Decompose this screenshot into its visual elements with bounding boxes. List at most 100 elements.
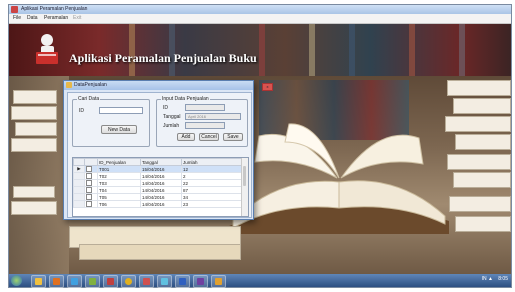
table-row[interactable]: ▶ T001 15/04/2016 12: [73, 165, 247, 173]
cell-tanggal[interactable]: 14/04/2016: [140, 179, 182, 187]
row-checkbox[interactable]: [84, 186, 98, 194]
checkbox-icon: [86, 194, 92, 200]
checkbox-icon: [86, 187, 92, 193]
form-icon: [66, 82, 72, 88]
dialog-close-button[interactable]: x: [262, 83, 273, 91]
taskbar-app11[interactable]: [211, 275, 226, 288]
input-id-field[interactable]: [185, 104, 225, 111]
table-row[interactable]: T06 14/04/2016 23: [73, 200, 247, 208]
table-header-row: ID_Penjualan Tanggal Jumlah: [73, 158, 247, 166]
row-header: [73, 186, 85, 194]
cell-id[interactable]: T05: [97, 193, 141, 201]
jumlah-label: Jumlah: [163, 123, 180, 129]
row-header: [73, 172, 85, 180]
cell-tanggal[interactable]: 14/04/2016: [140, 193, 182, 201]
cell-id[interactable]: T06: [97, 200, 141, 208]
taskbar-chrome[interactable]: [121, 275, 136, 288]
cell-tanggal[interactable]: 14/04/2016: [140, 186, 182, 194]
id-penjualan-column-header[interactable]: ID_Penjualan: [97, 158, 141, 166]
row-checkbox[interactable]: [84, 200, 98, 208]
row-checkbox[interactable]: [84, 172, 98, 180]
taskbar-explorer[interactable]: [31, 275, 46, 288]
taskbar-visual-studio[interactable]: [193, 275, 208, 288]
row-checkbox[interactable]: [84, 165, 98, 173]
window-titlebar[interactable]: Aplikasi Peramalan Penjualan –□x: [9, 5, 511, 14]
taskbar-app3[interactable]: [67, 275, 82, 288]
app-icon: [89, 278, 96, 285]
table-row[interactable]: T02 14/04/2016 2: [73, 172, 247, 180]
menu-exit[interactable]: Exit: [73, 15, 81, 21]
input-data-legend: Input Data Penjualan: [161, 96, 210, 102]
taskbar-media[interactable]: [49, 275, 64, 288]
banner: Aplikasi Peramalan Penjualan Buku: [9, 24, 511, 76]
row-checkbox[interactable]: [84, 193, 98, 201]
taskbar-app7[interactable]: [139, 275, 154, 288]
current-row-pointer-icon: ▶: [73, 165, 85, 173]
dialog-titlebar[interactable]: DataPenjualan –□x: [64, 81, 273, 91]
cell-id[interactable]: T02: [97, 172, 141, 180]
table-row[interactable]: T04 14/04/2016 87: [73, 186, 247, 194]
data-grid: ID_Penjualan Tanggal Jumlah ▶ T001 15/04…: [73, 158, 247, 208]
cell-jumlah[interactable]: 87: [181, 186, 247, 194]
data-penjualan-dialog: DataPenjualan –□x Cari Data ID New Data …: [63, 80, 273, 220]
row-header: [73, 200, 85, 208]
cell-tanggal[interactable]: 15/04/2016: [140, 165, 182, 173]
cell-jumlah[interactable]: 22: [181, 179, 247, 187]
jumlah-column-header[interactable]: Jumlah: [181, 158, 247, 166]
jumlah-input[interactable]: [185, 122, 225, 129]
tanggal-datepicker[interactable]: April 2016: [185, 113, 241, 120]
table-row[interactable]: T03 14/04/2016 22: [73, 179, 247, 187]
input-id-label: ID: [163, 105, 168, 111]
app-icon: [107, 278, 114, 285]
checkbox-icon: [86, 166, 92, 172]
cancel-button[interactable]: Cancel: [199, 133, 219, 141]
penjualan-table[interactable]: ID_Penjualan Tanggal Jumlah ▶ T001 15/04…: [72, 157, 249, 217]
select-column-header[interactable]: [84, 158, 98, 166]
taskbar-app5[interactable]: [103, 275, 118, 288]
app-icon: [161, 278, 168, 285]
start-button[interactable]: [11, 275, 22, 286]
cell-id[interactable]: T001: [97, 165, 141, 173]
new-data-button[interactable]: New Data: [101, 125, 137, 134]
tanggal-column-header[interactable]: Tanggal: [140, 158, 182, 166]
taskbar-app4[interactable]: [85, 275, 100, 288]
visual-studio-icon: [197, 278, 204, 285]
row-header: [73, 179, 85, 187]
browser-icon: [125, 278, 132, 285]
cell-tanggal[interactable]: 14/04/2016: [140, 200, 182, 208]
app-icon: [143, 278, 150, 285]
scrollbar-thumb[interactable]: [243, 166, 246, 186]
taskbar-app8[interactable]: [157, 275, 172, 288]
tanggal-label: Tanggal: [163, 114, 181, 120]
cell-jumlah[interactable]: 12: [181, 165, 247, 173]
app-icon: [179, 278, 186, 285]
cari-id-label: ID: [79, 108, 84, 114]
cell-jumlah[interactable]: 23: [181, 200, 247, 208]
row-checkbox[interactable]: [84, 179, 98, 187]
cell-jumlah[interactable]: 34: [181, 193, 247, 201]
cell-jumlah[interactable]: 2: [181, 172, 247, 180]
cell-tanggal[interactable]: 14/04/2016: [140, 172, 182, 180]
menu-file[interactable]: File: [13, 15, 21, 21]
system-tray[interactable]: IN ▲: [482, 276, 493, 282]
row-header-corner: [73, 158, 85, 166]
app-icon: [215, 278, 222, 285]
clock[interactable]: 8:05: [498, 276, 508, 282]
app-icon: [11, 6, 18, 13]
checkbox-icon: [86, 201, 92, 207]
cell-id[interactable]: T03: [97, 179, 141, 187]
taskbar-app9[interactable]: [175, 275, 190, 288]
mascot-logo-icon: [36, 34, 58, 64]
table-row[interactable]: T05 14/04/2016 34: [73, 193, 247, 201]
menu-peramalan[interactable]: Peramalan: [44, 15, 68, 21]
app-icon: [71, 278, 78, 285]
table-vertical-scrollbar[interactable]: [241, 158, 248, 216]
add-button[interactable]: Add: [177, 133, 195, 141]
cell-id[interactable]: T04: [97, 186, 141, 194]
menu-data[interactable]: Data: [27, 15, 38, 21]
input-data-group: Input Data Penjualan ID Tanggal April 20…: [156, 96, 248, 147]
dialog-title: DataPenjualan: [74, 82, 107, 88]
save-button[interactable]: Save: [223, 133, 243, 141]
cari-id-input[interactable]: [99, 107, 143, 114]
cari-data-legend: Cari Data: [77, 96, 101, 102]
